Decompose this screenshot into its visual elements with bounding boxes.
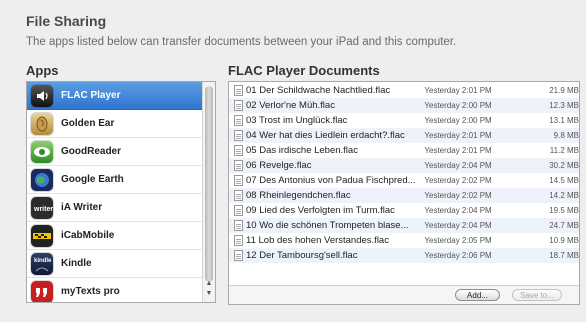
svg-text:kindle: kindle — [34, 258, 52, 264]
svg-text:writer: writer — [33, 206, 53, 213]
documents-footer: Add... Save to... — [229, 285, 579, 304]
document-date: Yesterday 2:04 PM — [424, 206, 492, 215]
document-date: Yesterday 2:04 PM — [424, 221, 492, 230]
save-to-button[interactable]: Save to... — [512, 289, 562, 301]
document-icon — [234, 235, 243, 246]
apps-header: Apps — [26, 63, 59, 78]
ia-writer-icon: writer — [31, 196, 53, 219]
scroll-down-icon[interactable]: ▼ — [203, 290, 215, 298]
document-icon — [234, 205, 243, 216]
document-date: Yesterday 2:01 PM — [424, 131, 492, 140]
app-item-golden-ear[interactable]: Golden Ear — [27, 110, 202, 138]
document-size: 24.7 MB — [549, 221, 579, 230]
document-icon — [234, 220, 243, 231]
document-date: Yesterday 2:00 PM — [424, 101, 492, 110]
app-item-label: Golden Ear — [61, 118, 115, 129]
app-item-label: iA Writer — [61, 202, 103, 213]
apps-list: FLAC Player Golden Ear GoodReader Google… — [26, 81, 216, 303]
document-row[interactable]: 02 Verlor'ne Müh.flac Yesterday 2:00 PM … — [229, 98, 579, 113]
document-date: Yesterday 2:01 PM — [424, 86, 492, 95]
app-item-label: Google Earth — [61, 174, 124, 185]
document-date: Yesterday 2:06 PM — [424, 251, 492, 260]
document-size: 9.8 MB — [553, 131, 579, 140]
document-row[interactable]: 04 Wer hat dies Liedlein erdacht?.flac Y… — [229, 128, 579, 143]
document-size: 12.3 MB — [549, 101, 579, 110]
app-item-kindle[interactable]: kindle Kindle — [27, 250, 202, 278]
goodreader-icon — [31, 140, 53, 163]
document-date: Yesterday 2:02 PM — [424, 176, 492, 185]
document-icon — [234, 130, 243, 141]
document-row[interactable]: 03 Trost im Unglück.flac Yesterday 2:00 … — [229, 113, 579, 128]
app-item-label: Kindle — [61, 258, 92, 269]
app-item-goodreader[interactable]: GoodReader — [27, 138, 202, 166]
document-row[interactable]: 10 Wo die schönen Trompeten blase... Yes… — [229, 218, 579, 233]
app-item-ia-writer[interactable]: writer iA Writer — [27, 194, 202, 222]
document-row[interactable]: 06 Revelge.flac Yesterday 2:04 PM 30.2 M… — [229, 158, 579, 173]
document-row[interactable]: 07 Des Antonius von Padua Fischpred... Y… — [229, 173, 579, 188]
apps-scrollbar[interactable]: ▲ ▼ — [202, 82, 215, 302]
document-size: 11.2 MB — [549, 146, 579, 155]
documents-header: FLAC Player Documents — [228, 63, 380, 78]
scroll-up-icon[interactable]: ▲ — [203, 280, 215, 288]
document-name: 09 Lied des Verfolgten im Turm.flac — [246, 205, 395, 216]
document-size: 21.9 MB — [549, 86, 579, 95]
file-sharing-description: The apps listed below can transfer docum… — [26, 36, 457, 48]
document-date: Yesterday 2:04 PM — [424, 161, 492, 170]
document-row[interactable]: 12 Der Tamboursg'sell.flac Yesterday 2:0… — [229, 248, 579, 263]
document-icon — [234, 160, 243, 171]
document-name: 08 Rheinlegendchen.flac — [246, 190, 351, 201]
document-row[interactable]: 01 Der Schildwache Nachtlied.flac Yester… — [229, 83, 579, 98]
app-item-google-earth[interactable]: Google Earth — [27, 166, 202, 194]
document-icon — [234, 85, 243, 96]
document-icon — [234, 250, 243, 261]
document-name: 02 Verlor'ne Müh.flac — [246, 100, 335, 111]
document-name: 03 Trost im Unglück.flac — [246, 115, 348, 126]
app-item-mytexts-pro[interactable]: myTexts pro — [27, 278, 202, 302]
apps-scroll-thumb[interactable] — [205, 86, 213, 282]
document-date: Yesterday 2:05 PM — [424, 236, 492, 245]
document-icon — [234, 100, 243, 111]
document-size: 18.7 MB — [549, 251, 579, 260]
add-button[interactable]: Add... — [455, 289, 500, 301]
document-size: 30.2 MB — [549, 161, 579, 170]
document-icon — [234, 190, 243, 201]
document-icon — [234, 145, 243, 156]
app-item-label: FLAC Player — [61, 90, 121, 101]
document-size: 13.1 MB — [549, 116, 579, 125]
google-earth-icon — [31, 168, 53, 191]
app-item-label: myTexts pro — [61, 286, 120, 297]
document-name: 11 Lob des hohen Verstandes.flac — [246, 235, 389, 246]
app-item-icabmobile[interactable]: iCabMobile — [27, 222, 202, 250]
document-icon — [234, 115, 243, 126]
document-name: 12 Der Tamboursg'sell.flac — [246, 250, 358, 261]
file-sharing-title: File Sharing — [26, 13, 107, 29]
document-date: Yesterday 2:02 PM — [424, 191, 492, 200]
document-size: 14.2 MB — [549, 191, 579, 200]
document-name: 01 Der Schildwache Nachtlied.flac — [246, 85, 391, 96]
document-name: 06 Revelge.flac — [246, 160, 312, 171]
document-size: 10.9 MB — [549, 236, 579, 245]
document-row[interactable]: 11 Lob des hohen Verstandes.flac Yesterd… — [229, 233, 579, 248]
document-size: 19.5 MB — [549, 206, 579, 215]
icabmobile-icon — [31, 224, 53, 247]
document-name: 07 Des Antonius von Padua Fischpred... — [246, 175, 416, 186]
flac-player-icon — [31, 84, 53, 107]
document-row[interactable]: 09 Lied des Verfolgten im Turm.flac Yest… — [229, 203, 579, 218]
golden-ear-icon — [31, 112, 53, 135]
document-date: Yesterday 2:01 PM — [424, 146, 492, 155]
documents-list: 01 Der Schildwache Nachtlied.flac Yester… — [228, 81, 580, 305]
kindle-icon: kindle — [31, 252, 53, 275]
document-row[interactable]: 08 Rheinlegendchen.flac Yesterday 2:02 P… — [229, 188, 579, 203]
app-item-label: iCabMobile — [61, 230, 115, 241]
app-item-flac-player[interactable]: FLAC Player — [27, 82, 202, 110]
document-name: 10 Wo die schönen Trompeten blase... — [246, 220, 409, 231]
app-item-label: GoodReader — [61, 146, 122, 157]
document-name: 04 Wer hat dies Liedlein erdacht?.flac — [246, 130, 405, 141]
document-size: 14.5 MB — [549, 176, 579, 185]
document-name: 05 Das irdische Leben.flac — [246, 145, 358, 156]
document-date: Yesterday 2:00 PM — [424, 116, 492, 125]
document-icon — [234, 175, 243, 186]
mytexts-pro-icon — [31, 280, 53, 302]
document-row[interactable]: 05 Das irdische Leben.flac Yesterday 2:0… — [229, 143, 579, 158]
